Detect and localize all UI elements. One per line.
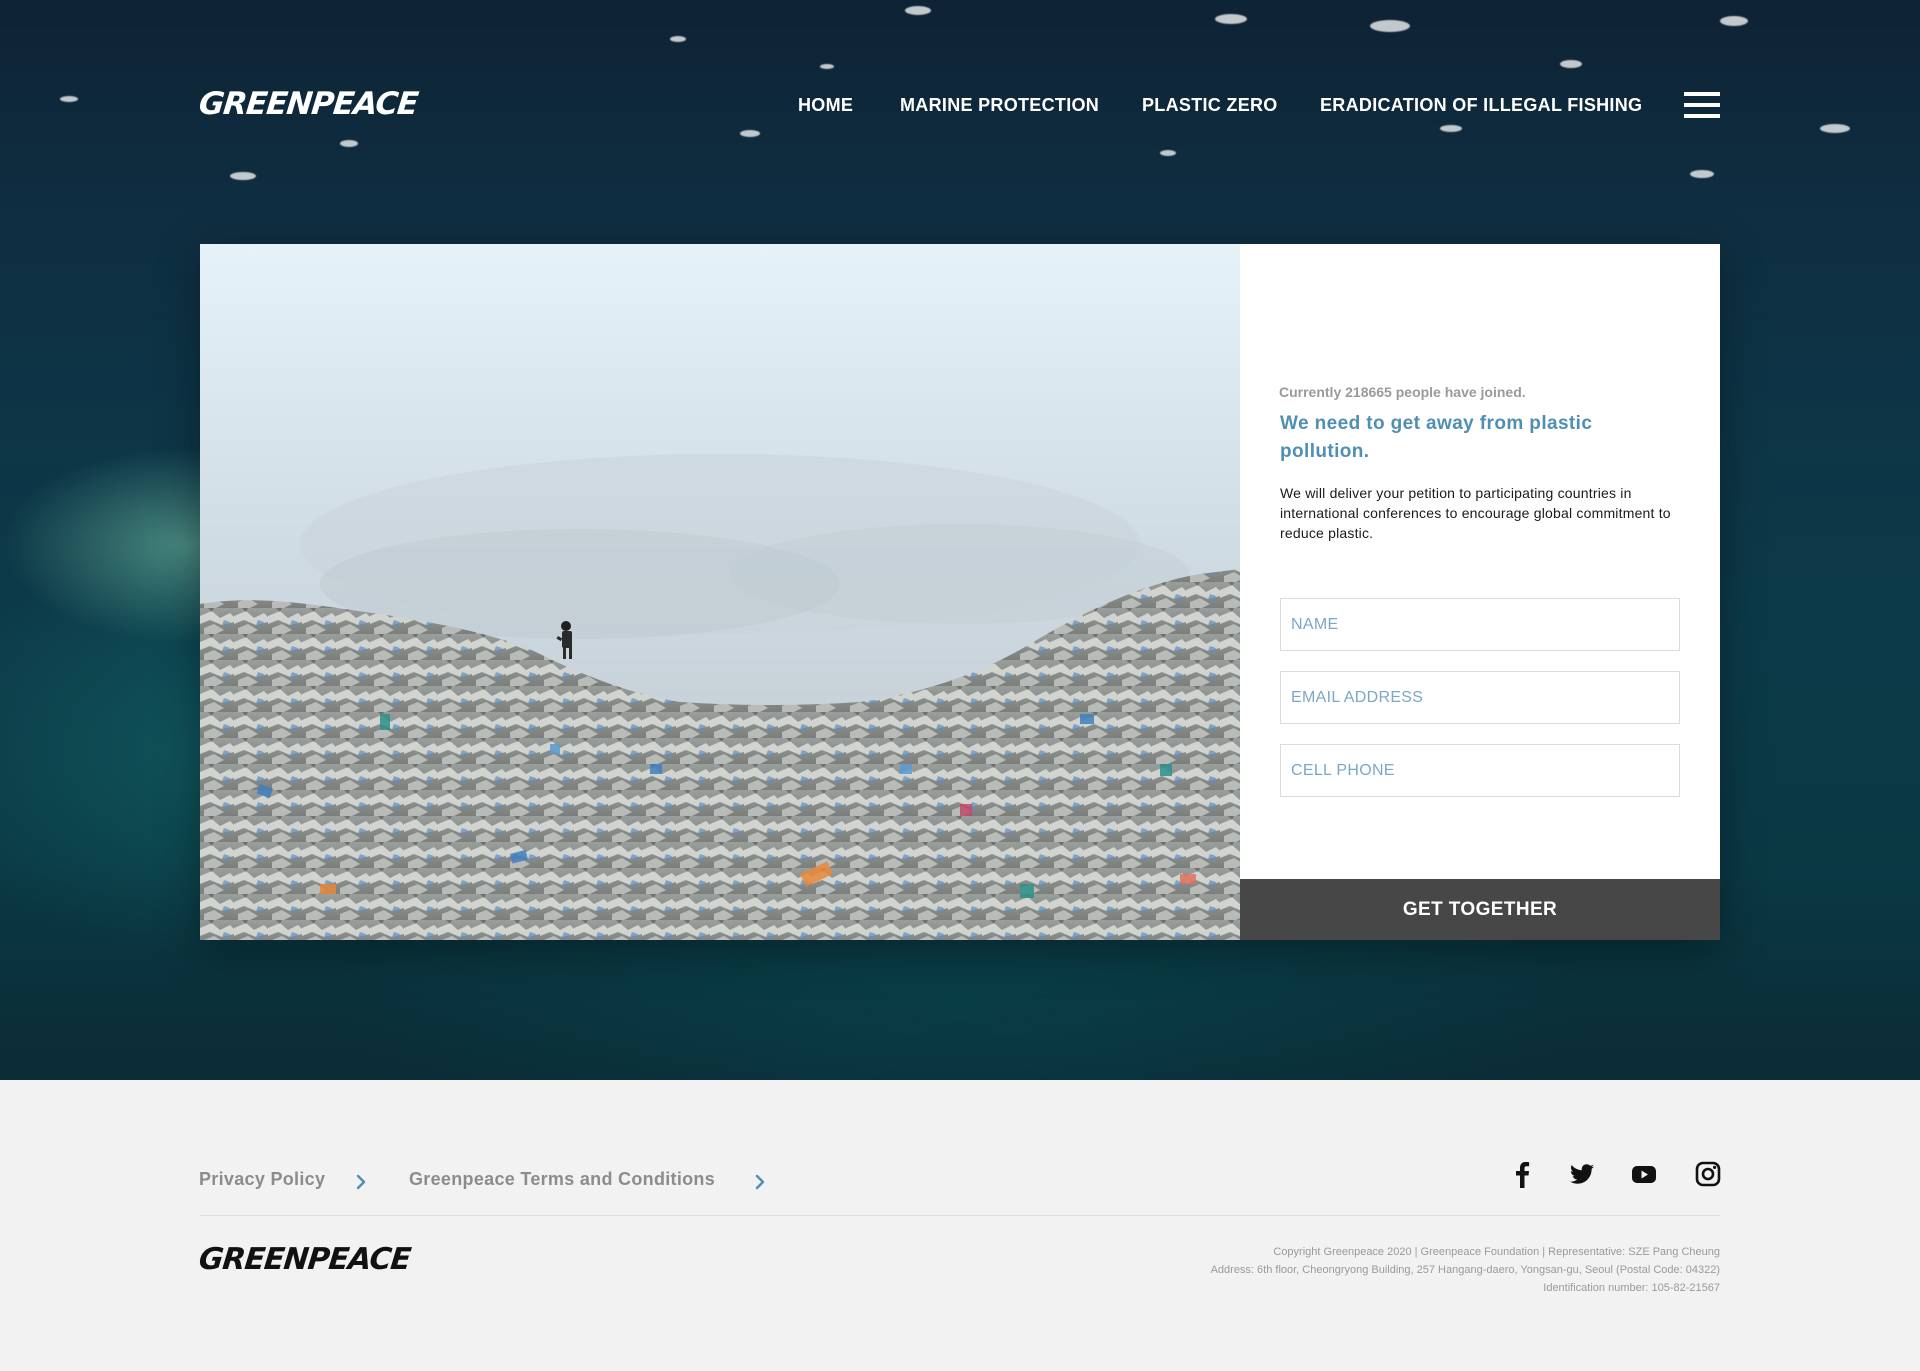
water-ripple [1720,16,1748,26]
terms-and-conditions-link[interactable]: Greenpeace Terms and Conditions [409,1169,715,1190]
get-together-button[interactable]: GET TOGETHER [1240,879,1720,940]
water-ripple [1160,150,1176,156]
water-ripple [1560,60,1582,68]
water-ripple [740,130,760,137]
nav-item-eradication-of-illegal-fishing[interactable]: ERADICATION OF ILLEGAL FISHING [1320,95,1642,116]
twitter-icon[interactable] [1568,1160,1596,1188]
site-footer: Privacy Policy Greenpeace Terms and Cond… [0,1080,1920,1371]
chevron-right-icon[interactable] [352,1173,370,1191]
plastic-waste-illustration [200,244,1240,940]
main-nav: HOME MARINE PROTECTION PLASTIC ZERO ERAD… [0,95,1920,119]
nav-item-marine-protection[interactable]: MARINE PROTECTION [900,95,1099,116]
hamburger-menu-icon[interactable] [1684,92,1720,118]
youtube-icon[interactable] [1630,1160,1658,1188]
hamburger-line [1684,103,1720,107]
water-ripple [1820,124,1850,133]
plastic-waste-photo [200,244,1240,940]
privacy-policy-link[interactable]: Privacy Policy [199,1169,325,1190]
footer-divider [200,1215,1720,1216]
name-input[interactable] [1280,598,1680,651]
petition-headline: We need to get away from plastic polluti… [1280,413,1593,462]
water-ripple [1440,125,1462,132]
cell-phone-input[interactable] [1280,744,1680,797]
address-line: Address: 6th floor, Cheongryong Building… [1210,1264,1720,1276]
joined-count-text: Currently 218665 people have joined. [1279,384,1526,400]
water-ripple [905,6,931,15]
instagram-icon[interactable] [1694,1160,1722,1188]
water-ripple [1370,20,1410,32]
identification-line: Identification number: 105-82-21567 [1543,1282,1720,1294]
copyright-block: Copyright Greenpeace 2020 | Greenpeace F… [1020,1243,1720,1297]
water-ripple [340,140,358,147]
water-ripple [1690,170,1714,178]
chevron-right-icon[interactable] [751,1173,769,1191]
hamburger-line [1684,114,1720,118]
water-ripple [670,36,686,42]
hamburger-line [1684,92,1720,96]
petition-panel: Currently 218665 people have joined. We … [1240,244,1720,940]
email-input[interactable] [1280,671,1680,724]
greenpeace-footer-logo[interactable]: GREENPEACE [197,1242,412,1277]
nav-item-plastic-zero[interactable]: PLASTIC ZERO [1142,95,1278,116]
nav-item-home[interactable]: HOME [798,95,853,116]
petition-description: We will deliver your petition to partici… [1280,485,1671,541]
copyright-line: Copyright Greenpeace 2020 | Greenpeace F… [1273,1246,1720,1258]
water-ripple [1215,14,1247,24]
facebook-icon[interactable] [1508,1160,1536,1188]
water-ripple [820,64,834,69]
petition-card: Currently 218665 people have joined. We … [200,244,1720,940]
hero-section: GREENPEACE HOME MARINE PROTECTION PLASTI… [0,0,1920,1080]
water-ripple [230,172,256,180]
